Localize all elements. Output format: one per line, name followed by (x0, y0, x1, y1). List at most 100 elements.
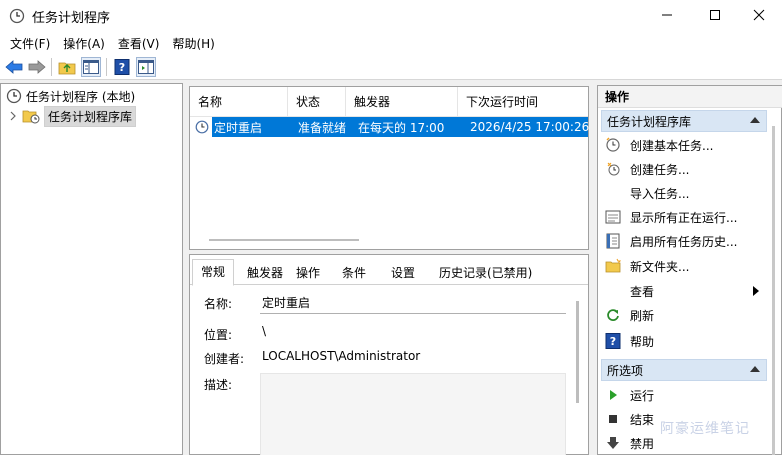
action-enable-history[interactable]: 启用所有任务历史... (605, 230, 737, 252)
column-header-next-run[interactable]: 下次运行时间 (458, 87, 588, 117)
name-field[interactable]: 定时重启 (262, 294, 310, 311)
tree-item-label: 任务计划程序 (本地) (26, 89, 136, 104)
create-task-icon (607, 162, 620, 176)
author-value: LOCALHOST\Administrator (262, 349, 421, 363)
task-next-run-cell: 2026/4/25 17:00:26 (470, 120, 590, 134)
up-folder-button[interactable] (57, 57, 77, 77)
task-name-cell: 定时重启 (214, 120, 263, 135)
tab-history[interactable]: 历史记录(已禁用) (439, 261, 532, 285)
location-value: \ (262, 324, 267, 338)
action-new-folder[interactable]: 新文件夹... (605, 255, 689, 277)
action-label: 结束 (630, 412, 655, 427)
menu-view[interactable]: 查看(V) (112, 35, 167, 52)
horizontal-scrollbar[interactable] (209, 239, 359, 241)
maximize-button[interactable] (692, 0, 738, 30)
minimize-button[interactable] (644, 0, 690, 30)
section-title: 所选项 (607, 363, 644, 378)
section-header-selected[interactable]: 所选项 (601, 359, 767, 381)
task-details: 常规 触发器 操作 条件 设置 历史记录(已禁用) 名称: 定时重启 位置: \… (189, 254, 589, 455)
action-view[interactable]: 查看 (605, 280, 654, 302)
menu-file[interactable]: 文件(F) (0, 35, 57, 52)
console-tree: 任务计划程序 (本地) 任务计划程序库 (0, 83, 183, 455)
action-end[interactable]: 结束 (605, 408, 654, 430)
action-show-running[interactable]: 显示所有正在运行... (605, 206, 737, 228)
title-bar: 任务计划程序 (0, 0, 782, 32)
tab-actions[interactable]: 操作 (296, 261, 320, 285)
action-help[interactable]: ? 帮助 (605, 330, 654, 352)
help-icon: ? (114, 59, 130, 75)
maximize-icon (710, 10, 720, 20)
forward-icon (28, 60, 46, 74)
description-label: 描述: (204, 378, 233, 392)
submenu-arrow-icon[interactable] (752, 286, 760, 296)
svg-text:?: ? (610, 335, 616, 348)
action-run[interactable]: 运行 (605, 384, 654, 406)
disable-icon (607, 437, 619, 449)
section-header-library[interactable]: 任务计划程序库 (601, 110, 767, 132)
action-label: 查看 (630, 284, 655, 299)
task-trigger-cell: 在每天的 17:00 (358, 120, 445, 135)
folder-clock-icon (22, 110, 40, 124)
close-button[interactable] (736, 0, 782, 30)
refresh-icon (607, 309, 619, 321)
chevron-right-icon[interactable] (8, 111, 18, 121)
show-hide-console-tree-icon (83, 60, 99, 74)
stop-icon (609, 415, 617, 423)
column-header-name[interactable]: 名称 (190, 87, 288, 117)
action-label: 新文件夹... (630, 259, 690, 274)
run-icon (610, 390, 617, 400)
new-folder-icon (605, 258, 621, 273)
clock-app-icon (9, 8, 25, 24)
menu-help[interactable]: 帮助(H) (166, 35, 221, 52)
actions-vertical-scrollbar[interactable] (772, 126, 775, 455)
action-create-basic-task[interactable]: 创建基本任务... (605, 134, 713, 156)
create-basic-task-icon (606, 137, 620, 152)
name-label: 名称: (204, 297, 233, 311)
tab-conditions[interactable]: 条件 (342, 261, 366, 285)
description-field[interactable] (260, 373, 566, 455)
action-refresh[interactable]: 刷新 (605, 304, 654, 326)
action-label: 创建基本任务... (630, 138, 714, 153)
action-disable[interactable]: 禁用 (605, 432, 654, 454)
action-label: 帮助 (630, 334, 655, 349)
window-title: 任务计划程序 (32, 11, 111, 26)
tree-item-root[interactable]: 任务计划程序 (本地) (6, 86, 135, 106)
action-label: 运行 (630, 388, 655, 403)
close-icon (753, 9, 765, 21)
minimize-icon (662, 14, 672, 16)
help-icon: ? (605, 333, 621, 349)
svg-text:?: ? (119, 61, 125, 74)
column-header-status[interactable]: 状态 (288, 87, 346, 117)
task-list: 名称 状态 触发器 下次运行时间 定时重启 准备就绪 在每天的 17:00 20… (189, 86, 589, 250)
back-button[interactable] (4, 57, 24, 77)
action-label: 禁用 (630, 436, 655, 451)
show-hide-action-pane-button[interactable] (136, 57, 156, 77)
tab-settings[interactable]: 设置 (391, 261, 415, 285)
section-title: 任务计划程序库 (607, 114, 692, 129)
action-label: 启用所有任务历史... (630, 234, 738, 249)
toolbar-separator (51, 58, 52, 76)
running-tasks-icon (605, 210, 621, 224)
action-import-task[interactable]: 导入任务... (605, 182, 689, 204)
location-label: 位置: (204, 328, 233, 342)
menu-bar: 文件(F) 操作(A) 查看(V) 帮助(H) (0, 32, 782, 54)
tree-item-label: 任务计划程序库 (44, 105, 137, 127)
details-vertical-scrollbar[interactable] (576, 301, 579, 403)
action-label: 创建任务... (630, 162, 690, 177)
action-create-task[interactable]: 创建任务... (605, 158, 689, 180)
collapse-icon[interactable] (750, 366, 760, 372)
watermark: 阿豪运维笔记 (660, 421, 750, 437)
collapse-icon[interactable] (750, 117, 760, 123)
table-row[interactable]: 定时重启 准备就绪 在每天的 17:00 2026/4/25 17:00:26 (212, 117, 590, 137)
help-button[interactable]: ? (112, 57, 132, 77)
show-hide-console-tree-button[interactable] (81, 57, 101, 77)
forward-button[interactable] (27, 57, 47, 77)
tree-item-library[interactable]: 任务计划程序库 (8, 105, 137, 127)
menu-action[interactable]: 操作(A) (57, 35, 112, 52)
details-tabs: 常规 触发器 操作 条件 设置 历史记录(已禁用) (190, 255, 588, 286)
task-clock-icon (195, 120, 209, 134)
column-header-trigger[interactable]: 触发器 (346, 87, 458, 117)
clock-icon (6, 88, 22, 104)
tab-triggers[interactable]: 触发器 (247, 261, 283, 285)
tab-general[interactable]: 常规 (192, 259, 235, 286)
